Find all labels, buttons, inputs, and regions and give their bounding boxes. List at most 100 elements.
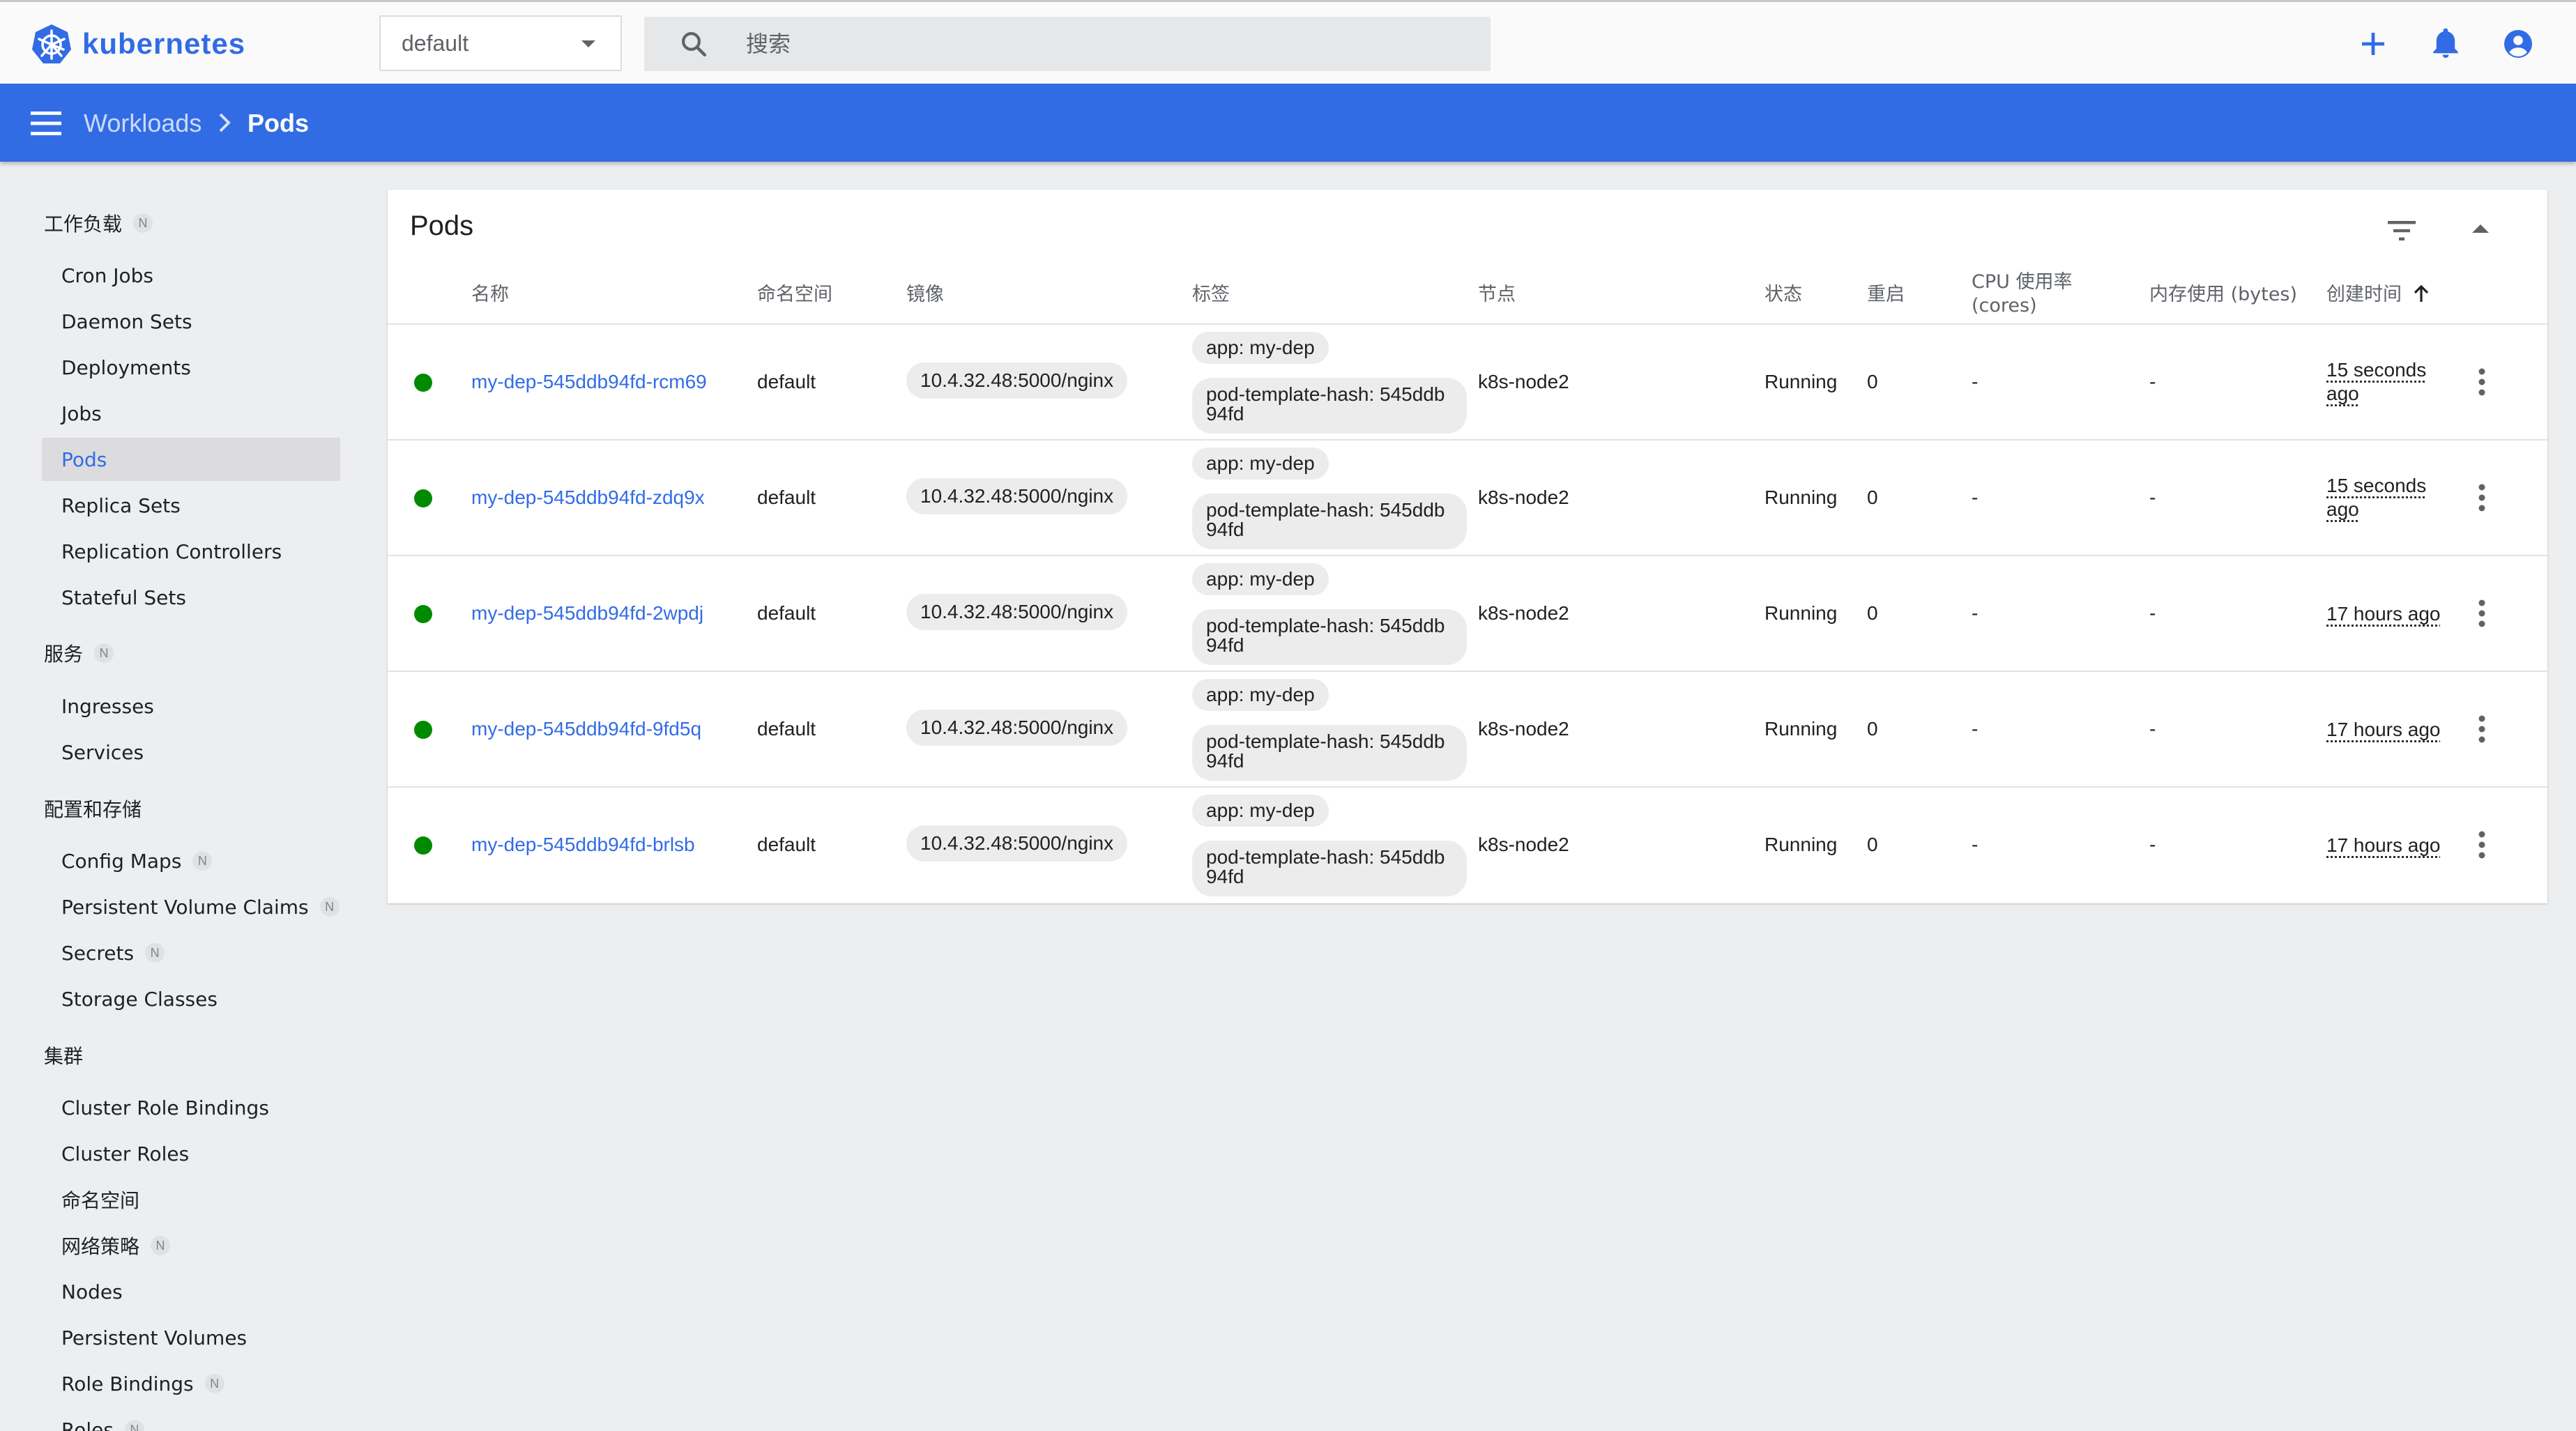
column-header-image: 镜像 (906, 284, 944, 305)
namespaced-badge: N (151, 1236, 171, 1255)
table-row[interactable]: my-dep-545ddb94fd-zdq9x default 10.4.32.… (388, 439, 2547, 555)
pod-cpu: - (1972, 602, 1979, 624)
menu-icon[interactable] (31, 112, 61, 135)
sidebar-item-secrets[interactable]: Secrets N (42, 931, 340, 974)
pod-cpu: - (1972, 834, 1979, 855)
pod-namespace: default (757, 718, 816, 740)
sidebar-item-network-policies[interactable]: 网络策略 N (42, 1224, 340, 1267)
pod-name-link[interactable]: my-dep-545ddb94fd-rcm69 (471, 371, 707, 392)
table-row[interactable]: my-dep-545ddb94fd-rcm69 default 10.4.32.… (388, 323, 2547, 439)
table-row[interactable]: my-dep-545ddb94fd-9fd5q default 10.4.32.… (388, 671, 2547, 786)
sidebar-item-role-bindings[interactable]: Role Bindings N (42, 1362, 340, 1405)
sidebar-item-pods[interactable]: Pods (42, 438, 340, 481)
label-chip: pod-template-hash: 545ddb 94fd (1192, 493, 1467, 549)
more-vert-icon[interactable] (2478, 368, 2486, 396)
notifications-icon[interactable] (2429, 27, 2462, 61)
label-chip: app: my-dep (1192, 679, 1329, 711)
sidebar-item-cluster-roles[interactable]: Cluster Roles (42, 1132, 340, 1175)
sidebar-item-persistent-volume-claims[interactable]: Persistent Volume Claims N (42, 885, 340, 928)
chevron-down-icon (581, 40, 595, 47)
sidebar-item-jobs[interactable]: Jobs (42, 392, 340, 435)
namespaced-badge: N (204, 1374, 224, 1393)
pod-restarts: 0 (1867, 602, 1878, 624)
status-ok-icon (414, 721, 432, 739)
pod-name-link[interactable]: my-dep-545ddb94fd-zdq9x (471, 487, 705, 508)
pod-node: k8s-node2 (1478, 718, 1569, 740)
sidebar-nav: 工作负载 N Cron Jobs Daemon Sets Deployments… (0, 162, 363, 1431)
image-chip: 10.4.32.48:5000/nginx (906, 710, 1128, 746)
pod-name-link[interactable]: my-dep-545ddb94fd-9fd5q (471, 718, 701, 740)
status-ok-icon (414, 605, 432, 623)
table-row[interactable]: my-dep-545ddb94fd-2wpdj default 10.4.32.… (388, 555, 2547, 671)
sidebar-item-cron-jobs[interactable]: Cron Jobs (42, 254, 340, 297)
sidebar-item-cluster-role-bindings[interactable]: Cluster Role Bindings (42, 1086, 340, 1129)
pod-memory: - (2149, 487, 2156, 508)
namespaced-badge: N (319, 897, 340, 917)
more-vert-icon[interactable] (2478, 715, 2486, 743)
sidebar-item-replica-sets[interactable]: Replica Sets (42, 484, 340, 527)
sidebar-item-ingresses[interactable]: Ingresses (42, 684, 340, 728)
pod-created: 15 seconds ago (2326, 475, 2427, 520)
table-row[interactable]: my-dep-545ddb94fd-brlsb default 10.4.32.… (388, 786, 2547, 902)
sidebar-item-config-maps[interactable]: Config Maps N (42, 839, 340, 882)
pod-status: Running (1765, 371, 1838, 392)
column-header-cpu: CPU 使用率 (cores) (1972, 271, 2073, 316)
sidebar-section-services[interactable]: 服务 N (44, 639, 114, 667)
pod-restarts: 0 (1867, 487, 1878, 508)
pod-name-link[interactable]: my-dep-545ddb94fd-brlsb (471, 834, 695, 855)
label-chip: app: my-dep (1192, 447, 1329, 480)
sidebar-item-roles[interactable]: Roles N (42, 1408, 340, 1431)
sidebar-item-stateful-sets[interactable]: Stateful Sets (42, 576, 340, 619)
sidebar-item-namespaces[interactable]: 命名空间 (42, 1178, 340, 1221)
arrow-up-icon[interactable] (2414, 284, 2429, 303)
column-header-restarts: 重启 (1867, 284, 1905, 305)
namespaced-badge: N (145, 943, 165, 963)
pod-restarts: 0 (1867, 371, 1878, 392)
more-vert-icon[interactable] (2478, 599, 2486, 627)
pod-cpu: - (1972, 371, 1979, 392)
sidebar-item-storage-classes[interactable]: Storage Classes (42, 977, 340, 1020)
more-vert-icon[interactable] (2478, 831, 2486, 859)
image-chip: 10.4.32.48:5000/nginx (906, 478, 1128, 514)
namespace-select[interactable]: default (379, 15, 622, 71)
column-header-memory: 内存使用 (bytes) (2149, 284, 2298, 305)
pod-memory: - (2149, 834, 2156, 855)
image-chip: 10.4.32.48:5000/nginx (906, 825, 1128, 862)
column-header-name[interactable]: 名称 (471, 283, 509, 307)
account-icon[interactable] (2501, 27, 2535, 61)
add-icon[interactable] (2356, 27, 2390, 61)
pod-namespace: default (757, 602, 816, 624)
pod-status: Running (1765, 834, 1838, 855)
pod-memory: - (2149, 718, 2156, 740)
more-vert-icon[interactable] (2478, 484, 2486, 512)
sidebar-item-persistent-volumes[interactable]: Persistent Volumes (42, 1316, 340, 1359)
sidebar-item-services[interactable]: Services (42, 730, 340, 774)
column-header-namespace: 命名空间 (757, 284, 832, 305)
sidebar-section-workloads[interactable]: 工作负载 N (44, 209, 153, 237)
pod-created: 17 hours ago (2326, 834, 2441, 856)
app-logo[interactable]: kubernetes (31, 23, 245, 65)
breadcrumb-workloads[interactable]: Workloads (84, 109, 201, 138)
column-header-status[interactable]: 状态 (1765, 283, 1802, 307)
sidebar-item-replication-controllers[interactable]: Replication Controllers (42, 530, 340, 573)
label-chip: pod-template-hash: 545ddb 94fd (1192, 841, 1467, 896)
column-header-node[interactable]: 节点 (1478, 283, 1516, 307)
collapse-icon[interactable] (2472, 223, 2489, 234)
pod-created: 15 seconds ago (2326, 359, 2427, 404)
image-chip: 10.4.32.48:5000/nginx (906, 362, 1128, 399)
pods-card: Pods 名称 命名空间 镜像 标签 节点 状态 重启 CPU 使用率 (cor… (388, 190, 2547, 903)
pod-name-link[interactable]: my-dep-545ddb94fd-2wpdj (471, 602, 703, 624)
status-ok-icon (414, 374, 432, 392)
column-header-created[interactable]: 创建时间 (2326, 283, 2402, 307)
top-header: kubernetes default (0, 0, 2576, 84)
status-ok-icon (414, 836, 432, 855)
filter-icon[interactable] (2388, 220, 2416, 241)
pod-created: 17 hours ago (2326, 719, 2441, 740)
sidebar-section-cluster[interactable]: 集群 (44, 1041, 83, 1069)
search-input[interactable] (746, 17, 1471, 71)
sidebar-item-nodes[interactable]: Nodes (42, 1270, 340, 1313)
sidebar-item-deployments[interactable]: Deployments (42, 346, 340, 389)
sidebar-section-config-storage[interactable]: 配置和存储 (44, 795, 142, 822)
sidebar-item-daemon-sets[interactable]: Daemon Sets (42, 300, 340, 343)
pod-restarts: 0 (1867, 718, 1878, 740)
